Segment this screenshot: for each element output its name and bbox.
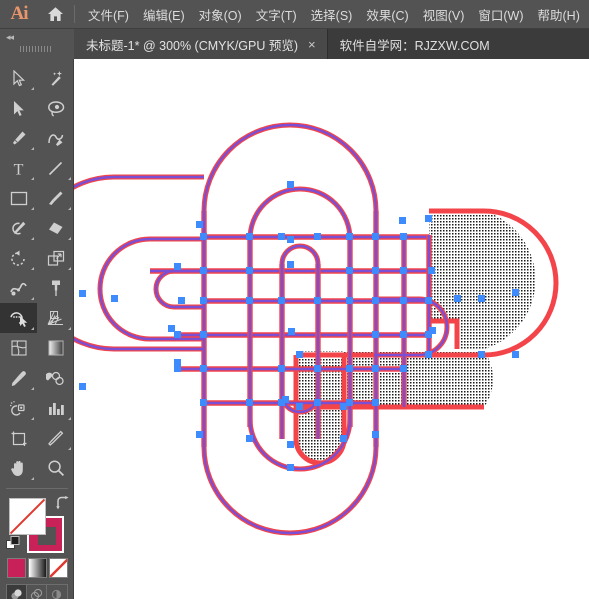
eyedropper-tool[interactable] (0, 363, 37, 393)
menu-object[interactable]: 对象(O) (192, 1, 249, 28)
rectangle-tool[interactable] (0, 183, 37, 213)
toolbar-header: ◂◂ (0, 29, 74, 59)
none-mode-button[interactable] (49, 558, 68, 578)
menu-file[interactable]: 文件(F) (81, 1, 136, 28)
paint-mode-row (0, 556, 74, 578)
flyout-indicator-icon (31, 387, 34, 390)
tools-panel: T (0, 59, 74, 599)
flyout-indicator-icon (68, 237, 71, 240)
gradient-mode-button[interactable] (28, 558, 47, 578)
flyout-indicator-icon (68, 417, 71, 420)
eraser-tool[interactable] (37, 213, 74, 243)
rotate-tool[interactable] (0, 243, 37, 273)
watermark-label: 软件自学网：RJZXW.COM (327, 29, 502, 59)
grid-vertical-edges (201, 211, 432, 447)
type-tool[interactable]: T (0, 153, 37, 183)
flyout-indicator-icon (31, 147, 34, 150)
menu-help[interactable]: 帮助(H) (531, 1, 587, 28)
draw-inside-button[interactable] (47, 585, 67, 599)
fill-none-indicator-icon (10, 499, 45, 534)
mesh-tool[interactable] (0, 333, 37, 363)
close-icon[interactable]: × (306, 38, 318, 51)
lasso-tool[interactable] (37, 93, 74, 123)
toolbar-divider (5, 488, 68, 489)
zoom-tool[interactable] (37, 453, 74, 483)
toolbar-drag-handle[interactable] (20, 46, 52, 52)
free-transform-tool[interactable] (37, 273, 74, 303)
symbol-sprayer-tool[interactable] (0, 393, 37, 423)
slice-tool[interactable] (37, 423, 74, 453)
width-tool[interactable] (0, 273, 37, 303)
document-tab-bar: ◂◂ 未标题-1* @ 300% (CMYK/GPU 预览) × 软件自学网：R… (0, 29, 589, 59)
default-fill-stroke-icon[interactable] (6, 536, 21, 554)
watermark-text: 软件自学网：RJZXW.COM (339, 38, 490, 53)
menu-type[interactable]: 文字(T) (249, 1, 304, 28)
artboard-canvas[interactable] (74, 59, 589, 599)
flyout-indicator-icon (31, 297, 34, 300)
hand-tool[interactable] (0, 453, 37, 483)
flyout-indicator-icon (31, 177, 34, 180)
curvature-tool[interactable] (37, 123, 74, 153)
blend-tool[interactable] (37, 363, 74, 393)
draw-behind-button[interactable] (27, 585, 47, 599)
paintbrush-tool[interactable] (37, 183, 74, 213)
flyout-indicator-icon (68, 327, 71, 330)
line-segment-tool[interactable] (37, 153, 74, 183)
artboard-tool[interactable] (0, 423, 37, 453)
flyout-indicator-icon (31, 417, 34, 420)
flyout-indicator-icon (68, 267, 71, 270)
svg-text:T: T (14, 161, 24, 177)
flyout-indicator-icon (31, 237, 34, 240)
menu-select[interactable]: 选择(S) (304, 1, 360, 28)
document-tab[interactable]: 未标题-1* @ 300% (CMYK/GPU 预览) × (74, 29, 328, 59)
tool-grid: T (0, 63, 74, 483)
selection-tool[interactable] (0, 63, 37, 93)
flyout-indicator-icon (31, 207, 34, 210)
flyout-indicator-icon (31, 87, 34, 90)
direct-selection-tool[interactable] (0, 93, 37, 123)
color-mode-button[interactable] (7, 558, 26, 578)
flyout-indicator-icon (31, 327, 34, 330)
pen-tool[interactable] (0, 123, 37, 153)
menu-effect[interactable]: 效果(C) (359, 1, 415, 28)
menu-edit[interactable]: 编辑(E) (136, 1, 192, 28)
flyout-indicator-icon (31, 267, 34, 270)
menu-window[interactable]: 窗口(W) (471, 1, 530, 28)
fill-swatch[interactable] (9, 498, 46, 535)
flyout-indicator-icon (68, 177, 71, 180)
scale-tool[interactable] (37, 243, 74, 273)
perspective-grid-tool[interactable] (37, 303, 74, 333)
flyout-indicator-icon (31, 477, 34, 480)
collapse-panel-icon[interactable]: ◂◂ (6, 32, 14, 43)
shape-builder-tool[interactable] (0, 303, 37, 333)
shaper-tool[interactable] (0, 213, 37, 243)
draw-normal-button[interactable] (6, 585, 27, 599)
column-graph-tool[interactable] (37, 393, 74, 423)
home-icon[interactable] (38, 0, 72, 29)
swap-fill-stroke-icon[interactable] (54, 496, 70, 513)
gradient-tool[interactable] (37, 333, 74, 363)
menu-item-list: 文件(F) 编辑(E) 对象(O) 文字(T) 选择(S) 效果(C) 视图(V… (81, 1, 587, 28)
document-tab-title: 未标题-1* @ 300% (CMYK/GPU 预览) (86, 38, 299, 53)
arch-inner-strokes (74, 123, 449, 535)
magic-wand-tool[interactable] (37, 63, 74, 93)
illustrator-window: Ai 文件(F) 编辑(E) 对象(O) 文字(T) 选择(S) 效果(C) 视… (0, 0, 589, 599)
ai-logo: Ai (10, 3, 29, 24)
flyout-indicator-icon (68, 447, 71, 450)
fill-stroke-controls (0, 494, 74, 556)
draw-mode-row (5, 584, 68, 599)
menu-view[interactable]: 视图(V) (416, 1, 472, 28)
celtic-knot-artwork (74, 122, 559, 536)
menu-bar: Ai 文件(F) 编辑(E) 对象(O) 文字(T) 选择(S) 效果(C) 视… (0, 0, 589, 29)
flyout-indicator-icon (68, 207, 71, 210)
menu-divider (74, 5, 75, 23)
